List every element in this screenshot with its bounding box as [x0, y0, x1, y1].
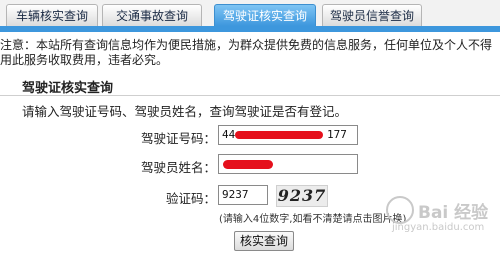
notice-line-1: 注意：本站所有查询信息均作为便民措施，为群众提供免费的信息服务，任何单位及个人不… — [0, 38, 493, 52]
tab-vehicle-verify[interactable]: 车辆核实查询 — [6, 4, 98, 26]
watermark: Bai 经验 jingyan.baidu.com — [378, 196, 500, 238]
tab-bar: 车辆核实查询 交通事故查询 驾驶证核实查询 驾驶员信誉查询 — [0, 0, 500, 32]
tab-underline — [0, 26, 500, 32]
driver-name-input[interactable] — [218, 154, 358, 174]
license-number-input[interactable]: 44 177 — [218, 125, 358, 145]
notice-line-2: 用此服务收取费用，违者必究。 — [0, 53, 169, 67]
captcha-label: 验证码： — [165, 191, 216, 206]
instruction-text: 请输入驾驶证号码、驾驶员姓名，查询驾驶证是否有登记。 — [22, 104, 348, 119]
section-title: 驾驶证核实查询 — [22, 81, 114, 96]
verify-query-button[interactable]: 核实查询 — [234, 231, 294, 251]
watermark-url: jingyan.baidu.com — [392, 222, 485, 233]
captcha-image[interactable]: 9237 — [276, 185, 328, 207]
captcha-input[interactable]: 9237 — [218, 185, 268, 205]
paw-icon — [386, 196, 414, 224]
license-number-suffix: 177 — [327, 128, 347, 141]
tab-driver-credit[interactable]: 驾驶员信誉查询 — [322, 4, 422, 26]
divider — [0, 95, 500, 96]
tab-license-verify[interactable]: 驾驶证核实查询 — [214, 4, 316, 26]
tab-traffic-accident[interactable]: 交通事故查询 — [102, 4, 202, 26]
license-number-prefix: 44 — [222, 128, 236, 141]
driver-name-label: 驾驶员姓名： — [140, 160, 216, 175]
watermark-brand: Bai 经验 — [418, 203, 489, 223]
notice-text: 注意：本站所有查询信息均作为便民措施，为群众提供免费的信息服务，任何单位及个人不… — [0, 38, 500, 68]
license-number-label: 驾驶证号码： — [140, 131, 216, 146]
redaction-mark — [235, 131, 323, 139]
redaction-mark — [223, 160, 273, 169]
